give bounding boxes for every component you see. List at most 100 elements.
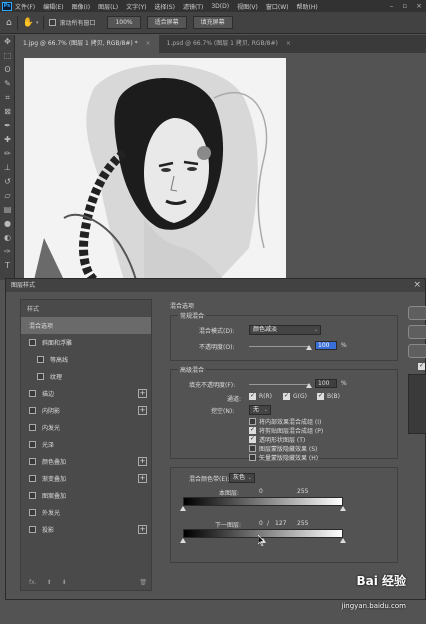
move-tool-icon[interactable]: ✥ [0,35,15,49]
blur-tool-icon[interactable]: ● [0,217,15,231]
checkbox[interactable] [249,392,256,400]
option-transparency-shapes-checkbox[interactable]: 透明形状图层 (T) [249,435,305,444]
eraser-tool-icon[interactable]: ▱ [0,189,15,203]
checkbox[interactable] [249,418,256,425]
option-layer-mask-hides-checkbox[interactable]: 图层蒙版隐藏效果 (S) [249,444,317,453]
fx-icon[interactable]: fx. [29,579,37,586]
style-item-color-overlay[interactable]: 颜色叠加 + [21,453,151,470]
underlying-white-thumb[interactable] [340,538,346,543]
checkbox[interactable] [249,454,256,461]
frame-tool-icon[interactable]: ⊠ [0,105,15,119]
maximize-icon[interactable]: ▫ [402,2,407,10]
style-item-satin[interactable]: 光泽 [21,436,151,453]
add-style-plus-icon[interactable]: + [138,457,147,466]
opacity-slider[interactable] [249,346,309,347]
menu-filter[interactable]: 滤镜(T) [183,2,203,11]
pen-tool-icon[interactable]: ✑ [0,245,15,259]
style-item-gradient-overlay[interactable]: 渐变叠加 + [21,470,151,487]
zoom-100-button[interactable]: 100% [107,16,141,29]
style-checkbox[interactable] [29,492,36,499]
trash-icon[interactable]: 🗑 [139,579,147,586]
this-layer-white-thumb[interactable] [340,506,346,511]
this-layer-black-thumb[interactable] [180,506,186,511]
menu-view[interactable]: 视图(V) [237,2,258,11]
checkbox[interactable] [249,426,256,434]
new-style-button[interactable] [408,344,426,358]
close-icon[interactable]: × [416,2,422,10]
fill-opacity-input[interactable]: 100 [315,379,337,388]
style-checkbox[interactable] [29,526,36,533]
fill-screen-button[interactable]: 填充屏幕 [192,16,233,29]
healing-tool-icon[interactable]: ✚ [0,133,15,147]
add-style-plus-icon[interactable]: + [138,389,147,398]
style-checkbox[interactable] [29,390,36,397]
fill-opacity-slider[interactable] [249,384,309,385]
style-checkbox[interactable] [29,458,36,465]
option-vector-mask-hides-checkbox[interactable]: 矢量蒙版隐藏效果 (H) [249,453,318,462]
checkbox[interactable] [283,392,290,400]
dodge-tool-icon[interactable]: ◐ [0,231,15,245]
tool-preset-chevron-icon[interactable]: ▾ [36,20,39,26]
hand-tool-icon[interactable]: ✋ [23,18,34,28]
channel-r-checkbox[interactable]: R(R) [249,392,272,400]
add-style-plus-icon[interactable]: + [138,525,147,534]
stamp-tool-icon[interactable]: ⊥ [0,161,15,175]
style-checkbox[interactable] [29,509,36,516]
option-blend-clipped-checkbox[interactable]: 将剪贴图层混合成组 (P) [249,426,323,435]
channel-g-checkbox[interactable]: G(G) [283,392,307,400]
style-item-stroke[interactable]: 描边 + [21,385,151,402]
menu-window[interactable]: 窗口(W) [266,2,289,11]
type-tool-icon[interactable]: T [0,259,15,273]
style-item-inner-shadow[interactable]: 内阴影 + [21,402,151,419]
lasso-tool-icon[interactable]: ʘ [0,63,15,77]
dialog-close-icon[interactable]: × [413,280,421,290]
style-checkbox[interactable] [29,441,36,448]
move-up-icon[interactable]: ⬆ [47,579,52,586]
style-checkbox[interactable] [29,475,36,482]
eyedropper-tool-icon[interactable]: ✒ [0,119,15,133]
gradient-tool-icon[interactable]: ▤ [0,203,15,217]
blend-if-select[interactable]: 灰色 ⌄ [229,473,255,483]
fill-opacity-slider-thumb[interactable] [306,383,312,388]
move-down-icon[interactable]: ⬇ [62,579,67,586]
style-list-header[interactable]: 样式 [21,300,151,317]
opacity-input[interactable]: 100 [315,341,337,350]
style-item-outer-glow[interactable]: 外发光 [21,504,151,521]
tab-close-icon[interactable]: × [146,40,151,47]
opacity-slider-thumb[interactable] [306,345,312,350]
scroll-all-checkbox[interactable] [49,19,57,26]
tab-doc-1[interactable]: 1.jpg @ 66.7% (图层 1 拷贝, RGB/8#) * × [15,35,159,53]
add-style-plus-icon[interactable]: + [138,406,147,415]
menu-help[interactable]: 帮助(H) [297,2,318,11]
style-item-blend-options[interactable]: 混合选项 [21,317,151,334]
option-blend-interior-checkbox[interactable]: 将内部效果混合成组 (I) [249,417,321,426]
style-checkbox[interactable] [37,356,44,363]
menu-image[interactable]: 图像(I) [72,2,90,11]
preview-checkbox[interactable] [418,362,425,370]
document-canvas[interactable] [24,58,286,280]
style-checkbox[interactable] [37,373,44,380]
crop-tool-icon[interactable]: ⌗ [0,91,15,105]
style-item-bevel-emboss[interactable]: 斜面和浮雕 [21,334,151,351]
blend-mode-select[interactable]: 颜色减淡 ⌄ [249,325,321,335]
menu-edit[interactable]: 编辑(E) [43,2,63,11]
style-item-texture[interactable]: 纹理 [21,368,151,385]
checkbox[interactable] [249,435,256,443]
minimize-icon[interactable]: – [390,2,394,10]
tab-doc-2[interactable]: 1.psd @ 66.7% (图层 1 拷贝, RGB/8#) × [159,35,299,53]
style-item-drop-shadow[interactable]: 投影 + [21,521,151,538]
quick-select-tool-icon[interactable]: ✎ [0,77,15,91]
menu-type[interactable]: 文字(Y) [126,2,146,11]
history-brush-tool-icon[interactable]: ↺ [0,175,15,189]
home-icon[interactable]: ⌂ [6,18,12,28]
tab-close-icon[interactable]: × [286,40,291,47]
menu-file[interactable]: 文件(F) [15,2,35,11]
ok-button[interactable] [408,306,426,320]
knockout-select[interactable]: 无 ⌄ [249,405,271,415]
style-checkbox[interactable] [29,339,36,346]
style-item-inner-glow[interactable]: 内发光 [21,419,151,436]
marquee-tool-icon[interactable]: ⬚ [0,49,15,63]
brush-tool-icon[interactable]: ✏ [0,147,15,161]
menu-select[interactable]: 选择(S) [154,2,175,11]
style-checkbox[interactable] [29,424,36,431]
